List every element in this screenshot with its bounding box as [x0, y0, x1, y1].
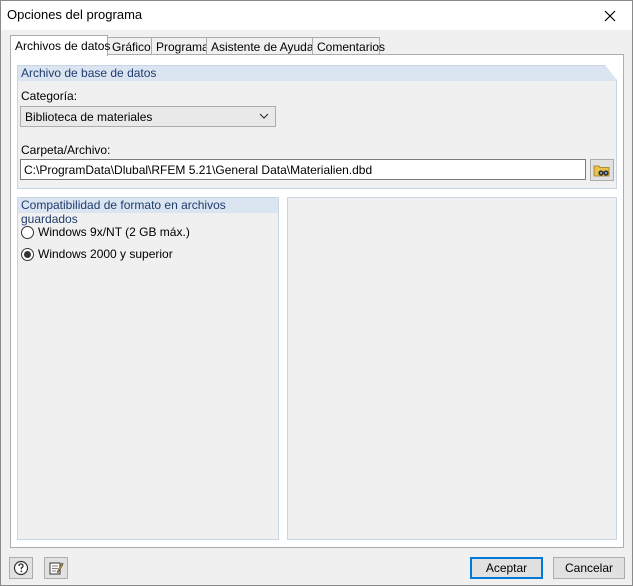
accept-button[interactable]: Aceptar — [470, 557, 543, 579]
category-select[interactable]: Biblioteca de materiales — [20, 106, 276, 127]
database-file-group: Archivo de base de datos Categoría: Bibl… — [17, 65, 617, 189]
tab-label: Comentarios — [317, 40, 386, 54]
tab-comentarios[interactable]: Comentarios — [312, 37, 385, 55]
tab-grafico[interactable]: Gráfico — [107, 37, 152, 55]
close-icon — [604, 10, 616, 21]
format-compatibility-group: Compatibilidad de formato en archivos gu… — [17, 197, 279, 540]
dialog-title: Opciones del programa — [7, 7, 143, 22]
radio-button[interactable] — [21, 225, 34, 239]
category-label: Categoría: — [21, 89, 78, 103]
folder-label: Carpeta/Archivo: — [21, 143, 111, 157]
folder-path-field[interactable]: C:\ProgramData\Dlubal\RFEM 5.21\General … — [20, 159, 586, 180]
tab-asistente-de-ayuda[interactable]: Asistente de Ayuda — [206, 37, 314, 55]
browse-button[interactable] — [590, 159, 614, 181]
category-value: Biblioteca de materiales — [25, 110, 153, 124]
tab-label: Gráfico — [112, 40, 151, 54]
folder-binoculars-icon — [593, 165, 610, 177]
tab-programa[interactable]: Programa — [151, 37, 209, 55]
close-button[interactable] — [588, 1, 632, 30]
edit-notepad-icon — [49, 562, 64, 575]
chevron-down-icon — [259, 113, 269, 119]
radio-windows-9x[interactable]: Windows 9x/NT (2 GB máx.) — [21, 225, 190, 239]
tab-label: Programa — [156, 40, 209, 54]
radio-label: Windows 9x/NT (2 GB máx.) — [38, 225, 190, 239]
group-header: Archivo de base de datos — [18, 66, 616, 81]
tab-archivos-de-datos[interactable]: Archivos de datos — [10, 35, 111, 56]
edit-button[interactable] — [44, 557, 68, 579]
group-header: Compatibilidad de formato en archivos gu… — [18, 198, 278, 226]
help-button[interactable] — [9, 557, 33, 579]
tab-label: Archivos de datos — [15, 39, 111, 53]
empty-side-panel — [287, 197, 617, 540]
radio-label: Windows 2000 y superior — [38, 247, 173, 261]
title-bar: Opciones del programa — [1, 1, 632, 30]
radio-windows-2000[interactable]: Windows 2000 y superior — [21, 247, 173, 261]
options-dialog: Opciones del programa Archivos de datos … — [0, 0, 633, 586]
tab-label: Asistente de Ayuda — [211, 40, 314, 54]
tab-panel-archivos: Archivo de base de datos Categoría: Bibl… — [10, 54, 624, 548]
help-icon — [13, 560, 29, 576]
radio-button-checked[interactable] — [21, 247, 34, 261]
cancel-button[interactable]: Cancelar — [553, 557, 625, 579]
folder-path-value: C:\ProgramData\Dlubal\RFEM 5.21\General … — [24, 163, 373, 177]
